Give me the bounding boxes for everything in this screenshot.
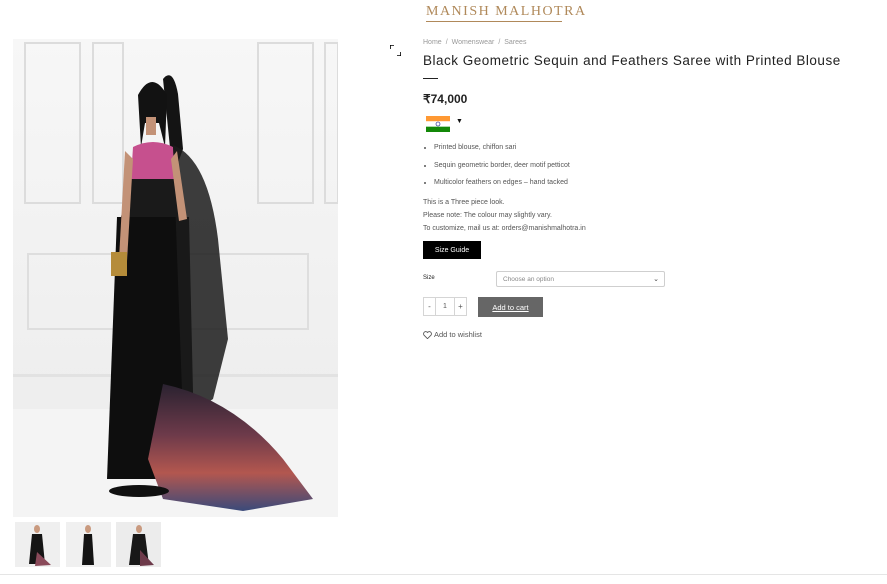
logo-underline (426, 21, 562, 22)
product-price: ₹74,000 (423, 92, 468, 106)
expand-icon[interactable] (390, 45, 401, 56)
breadcrumb: Home / Womenswear / Sarees (423, 39, 526, 46)
heart-icon (423, 330, 432, 339)
thumbnail-3[interactable] (116, 522, 161, 567)
product-title: Black Geometric Sequin and Feathers Sare… (423, 53, 841, 68)
title-divider (423, 78, 438, 79)
quantity-increase-button[interactable]: + (454, 298, 466, 315)
brand-logo[interactable]: MANISH MALHOTRA (426, 4, 585, 22)
breadcrumb-home[interactable]: Home (423, 39, 442, 46)
size-select-value: Choose an option (503, 276, 554, 283)
feature-item: Multicolor feathers on edges – hand tack… (434, 178, 570, 196)
product-photo (13, 39, 338, 517)
breadcrumb-womenswear[interactable]: Womenswear (452, 39, 495, 46)
thumbnail-1[interactable] (15, 522, 60, 567)
breadcrumb-separator: / (445, 39, 448, 46)
feature-item: Printed blouse, chiffon sari (434, 143, 570, 161)
breadcrumb-sarees[interactable]: Sarees (504, 39, 526, 46)
product-features: Printed blouse, chiffon sari Sequin geom… (423, 143, 570, 196)
description-line: This is a Three piece look. (423, 199, 505, 206)
product-description: This is a Three piece look. Please note:… (423, 196, 586, 235)
thumbnail-2[interactable] (66, 522, 111, 567)
add-to-cart-button[interactable]: Add to cart (478, 297, 543, 317)
india-flag-icon[interactable] (426, 116, 450, 132)
size-label: Size (423, 275, 435, 281)
quantity-stepper: - 1 + (423, 297, 467, 316)
description-line: Please note: The colour may slightly var… (423, 212, 552, 219)
currency-dropdown-arrow-icon[interactable]: ▼ (456, 118, 463, 125)
logo-text: MANISH MALHOTRA (426, 4, 587, 19)
size-select[interactable]: Choose an option ⌄ (496, 271, 665, 287)
feature-item: Sequin geometric border, deer motif pett… (434, 161, 570, 179)
wishlist-label: Add to wishlist (434, 330, 482, 339)
size-guide-button[interactable]: Size Guide (423, 241, 481, 259)
breadcrumb-separator: / (498, 39, 501, 46)
description-line: To customize, mail us at: orders@manishm… (423, 225, 586, 232)
chevron-down-icon: ⌄ (653, 276, 659, 283)
product-main-image[interactable] (13, 39, 338, 517)
add-to-wishlist-link[interactable]: Add to wishlist (423, 330, 482, 339)
quantity-input[interactable]: 1 (435, 298, 455, 315)
divider (0, 574, 887, 575)
